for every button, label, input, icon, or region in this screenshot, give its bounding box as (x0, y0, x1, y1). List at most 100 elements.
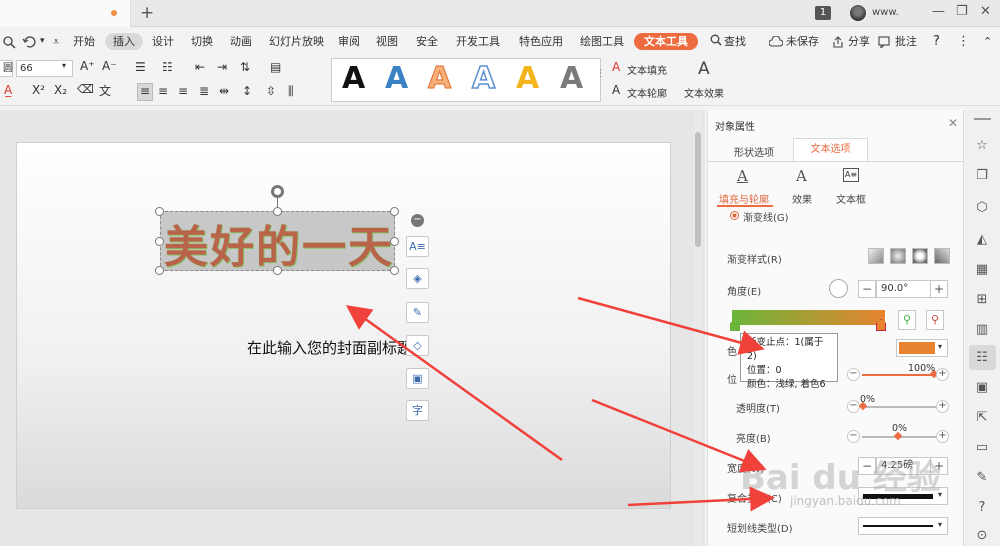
resize-handle-se[interactable] (390, 266, 399, 275)
slide[interactable] (16, 142, 671, 509)
shrink-font-button[interactable]: A⁻ (102, 59, 117, 73)
text-style-6[interactable]: A (560, 61, 583, 96)
star-icon[interactable]: ☆ (974, 138, 990, 154)
edit-icon[interactable]: ✎ (974, 470, 990, 486)
resize-handle-w[interactable] (155, 237, 164, 246)
panel-title[interactable]: 对象属性 (715, 118, 755, 133)
gradient-path-icon[interactable] (934, 248, 950, 264)
new-tab-button[interactable]: + (140, 3, 154, 23)
decrease-indent-icon[interactable]: ⇤ (195, 60, 205, 74)
text-style-5[interactable]: A (516, 61, 539, 96)
add-stop-icon[interactable]: ⚲ (898, 310, 916, 330)
text-style-3[interactable]: A (427, 61, 451, 97)
text-effects-button[interactable]: 文本效果 (684, 85, 724, 100)
resize-handle-e[interactable] (390, 237, 399, 246)
subtab-effects[interactable]: 效果 (792, 191, 812, 206)
gradient-rect-icon[interactable] (912, 248, 928, 264)
comment-button[interactable]: 批注 (892, 33, 920, 50)
more-menu-button[interactable]: ⋮ (954, 33, 973, 50)
menu-text-tools[interactable]: 文本工具 (634, 33, 698, 50)
clear-format-icon[interactable]: ⌫ (77, 82, 94, 96)
layer-icon[interactable]: ◈ (406, 268, 429, 289)
text-style-gallery[interactable]: A A A A A A (331, 58, 601, 102)
panel-close-icon[interactable]: ✕ (948, 116, 958, 130)
resize-handle-n[interactable] (273, 207, 282, 216)
tab-shape-options[interactable]: 形状选项 (734, 144, 774, 159)
align-center-icon[interactable]: ≡ (158, 84, 168, 98)
font-name-field[interactable]: 圆 (0, 60, 13, 77)
transparency-slider-track[interactable] (862, 406, 936, 408)
window-count-badge[interactable]: 1 (815, 6, 831, 20)
angle-decrement-button[interactable]: − (858, 280, 876, 298)
resize-handle-ne[interactable] (390, 207, 399, 216)
save-status[interactable]: 未保存 (783, 33, 822, 50)
restore-button[interactable]: ❐ (956, 4, 968, 19)
menu-view[interactable]: 视图 (373, 33, 401, 50)
increase-indent-icon[interactable]: ⇥ (217, 60, 227, 74)
gradient-radial-icon[interactable] (890, 248, 906, 264)
fill-bucket-icon[interactable]: ◇ (406, 335, 429, 356)
scroll-down-icon[interactable]: ⊙ (974, 528, 990, 544)
rotate-handle[interactable] (271, 185, 284, 198)
minimize-button[interactable]: — (932, 4, 945, 19)
justify-icon[interactable]: ≣ (199, 84, 209, 98)
text-fill-icon[interactable]: A (612, 60, 620, 74)
grid-icon[interactable]: ⊞ (974, 292, 990, 308)
align-text-icon[interactable]: ▤ (270, 60, 281, 74)
distribute-icon[interactable]: ⇹ (219, 84, 229, 98)
transparency-decrement-button[interactable]: − (847, 400, 860, 413)
character-icon[interactable]: 字 (406, 400, 429, 421)
collapse-ribbon-button[interactable]: ⌃ (980, 33, 995, 50)
gradient-linear-icon[interactable] (868, 248, 884, 264)
text-style-1[interactable]: A (342, 61, 365, 96)
bullet-list-icon[interactable]: ☰ (135, 60, 146, 74)
menu-animation[interactable]: 动画 (227, 33, 255, 50)
menu-transition[interactable]: 切换 (188, 33, 216, 50)
subscript-button[interactable]: X₂ (54, 83, 67, 97)
share-button[interactable]: 分享 (845, 33, 873, 50)
brightness-increment-button[interactable]: + (936, 430, 949, 443)
help-icon[interactable]: ? (974, 500, 990, 516)
text-fill-button[interactable]: 文本填充 (627, 62, 667, 77)
grow-font-button[interactable]: A⁺ (80, 59, 95, 73)
phonetic-guide-button[interactable]: 文 (99, 82, 111, 99)
brightness-decrement-button[interactable]: − (847, 430, 860, 443)
pen-icon[interactable]: ✎ (406, 302, 429, 323)
gallery-more-icon[interactable]: ⋮ (596, 69, 605, 79)
line-spacing-icon[interactable]: ↕ (242, 84, 252, 98)
text-direction-icon[interactable]: ⇅ (240, 60, 250, 74)
print-preview-icon[interactable] (2, 35, 16, 49)
menu-slideshow[interactable]: 幻灯片放映 (266, 33, 327, 50)
text-style-4[interactable]: A (471, 60, 496, 97)
tab-text-options[interactable]: 文本选项 (793, 138, 868, 162)
search-button[interactable]: 查找 (721, 33, 749, 50)
export-icon[interactable]: ⇱ (974, 410, 990, 426)
effects-icon[interactable]: A (796, 167, 807, 185)
menu-insert[interactable]: 插入 (105, 33, 143, 50)
gradient-stops-bar[interactable] (732, 310, 885, 325)
align-left-icon[interactable]: ≡ (137, 83, 153, 101)
text-effects-icon[interactable]: A (698, 59, 710, 79)
slide-subtitle[interactable]: 在此输入您的封面副标题 (247, 337, 412, 358)
resize-handle-sw[interactable] (155, 266, 164, 275)
collapse-icon[interactable]: − (411, 214, 424, 227)
angle-input[interactable]: 90.0° (876, 280, 931, 298)
stop-color-picker[interactable]: ▾ (896, 339, 948, 357)
properties-icon[interactable]: ☷ (974, 350, 990, 366)
qa-more[interactable]: ⩡ (50, 33, 62, 50)
paragraph-spacing-icon[interactable]: ⇳ (266, 84, 276, 98)
position-increment-button[interactable]: + (936, 368, 949, 381)
textbox-icon[interactable]: A≡ (843, 168, 859, 182)
menu-features[interactable]: 特色应用 (516, 33, 566, 50)
avatar[interactable] (850, 5, 866, 21)
archive-icon[interactable]: ▭ (974, 440, 990, 456)
font-color-button[interactable]: A̲ (4, 83, 12, 97)
position-slider-track[interactable] (862, 374, 936, 376)
text-style-2[interactable]: A (385, 61, 408, 96)
menu-security[interactable]: 安全 (413, 33, 441, 50)
resize-handle-nw[interactable] (155, 207, 164, 216)
text-outline-button[interactable]: 文本轮廓 (627, 85, 667, 100)
fill-icon[interactable]: ◭ (974, 232, 990, 248)
columns-icon[interactable]: ⫼ (288, 84, 294, 99)
text-outline-icon[interactable]: A (612, 83, 620, 97)
